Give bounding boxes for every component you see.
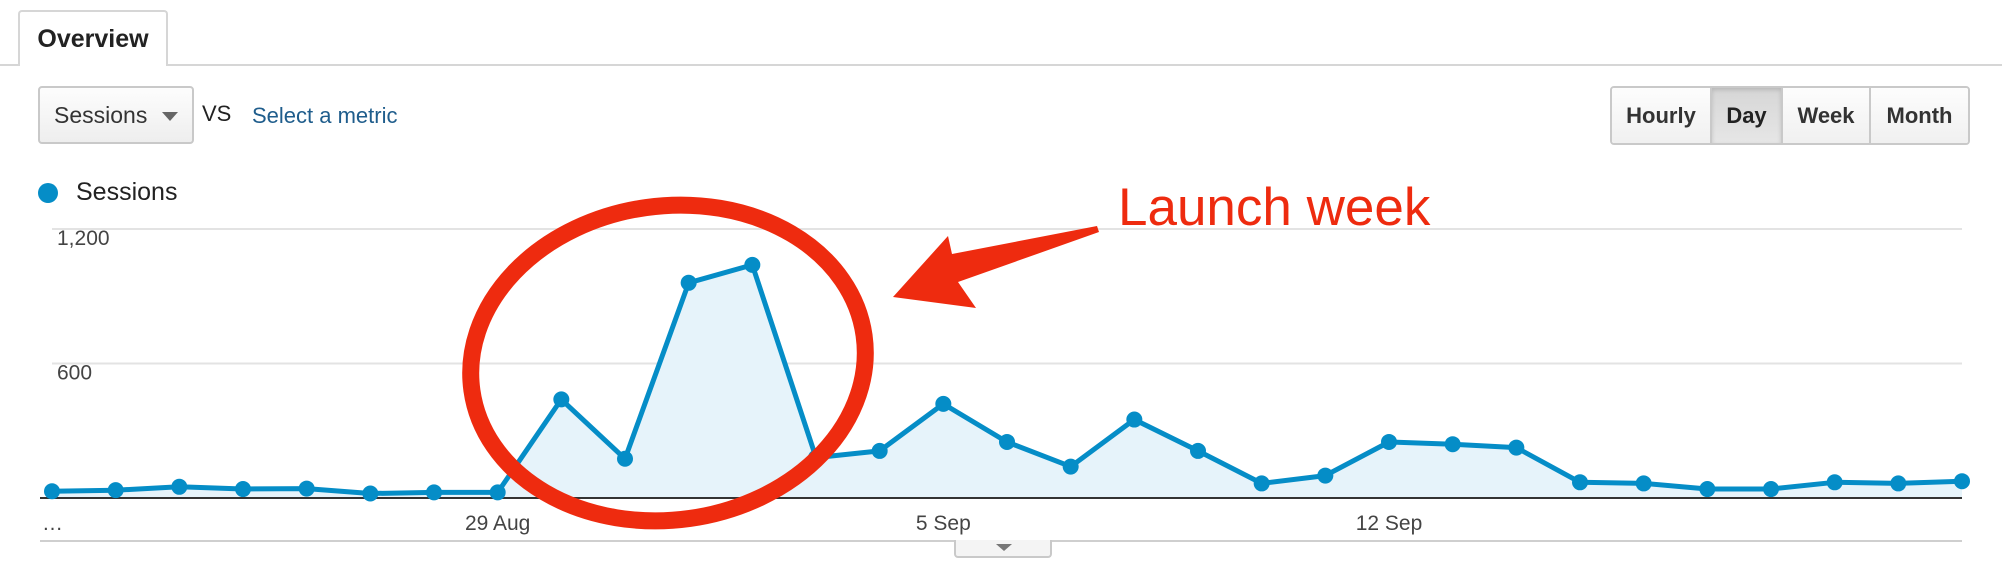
data-point (1699, 481, 1716, 498)
data-point (107, 482, 124, 499)
chevron-down-icon (996, 544, 1012, 551)
data-point (298, 480, 315, 497)
data-point (871, 442, 888, 459)
data-point (744, 256, 761, 273)
data-point (426, 484, 442, 501)
x-tick-label: … (42, 512, 63, 535)
data-point (1062, 458, 1079, 475)
data-point (935, 395, 952, 412)
data-point (1572, 474, 1588, 491)
data-point (1444, 436, 1461, 453)
data-point (1890, 475, 1907, 492)
data-point (617, 450, 633, 467)
data-point (235, 481, 251, 498)
data-point (362, 485, 379, 502)
data-point (1508, 439, 1525, 456)
data-point (553, 391, 570, 408)
arrow-annotation (893, 226, 1099, 308)
data-point (1954, 473, 1970, 490)
data-point (1826, 474, 1843, 491)
data-point (1317, 467, 1334, 484)
data-point (999, 433, 1015, 450)
y-tick-label: 600 (57, 362, 92, 385)
data-point (44, 483, 60, 500)
data-point (171, 478, 188, 495)
data-point (1763, 481, 1779, 498)
data-point (1635, 475, 1652, 492)
x-tick-label: 12 Sep (1356, 512, 1423, 535)
data-point (1253, 475, 1270, 492)
series-area (52, 264, 1962, 498)
annotation-label: Launch week (1118, 178, 1431, 237)
data-point (680, 274, 697, 291)
chart-resize-handle[interactable] (954, 540, 1052, 558)
data-point (1381, 433, 1397, 450)
sessions-chart: 1,200 600 … 29 Aug 5 Sep 12 Sep Launch week (40, 178, 1970, 542)
data-point (1126, 411, 1143, 428)
y-tick-label: 1,200 (57, 227, 110, 250)
data-point (1190, 442, 1206, 459)
x-tick-label: 5 Sep (916, 512, 971, 535)
data-point (489, 484, 506, 501)
y-axis-labels: 1,200 600 (57, 227, 110, 385)
x-tick-label: 29 Aug (465, 512, 530, 535)
